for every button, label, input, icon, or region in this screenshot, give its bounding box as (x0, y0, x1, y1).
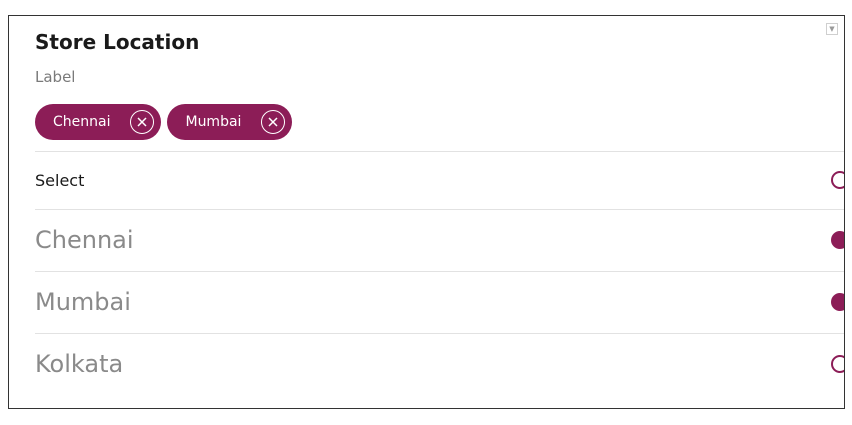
chip-label: Chennai (53, 114, 111, 130)
chip-mumbai: Mumbai (167, 104, 293, 140)
scroll-down-arrow-icon[interactable]: ▼ (826, 23, 838, 35)
selected-chips: Chennai Mumbai (35, 104, 293, 140)
option-label: Kolkata (35, 350, 124, 378)
close-circle-icon[interactable] (261, 110, 286, 134)
option-label: Mumbai (35, 288, 131, 316)
option-radio[interactable] (831, 231, 844, 249)
option-chennai[interactable]: Chennai (35, 209, 844, 271)
chip-chennai: Chennai (35, 104, 162, 140)
option-mumbai[interactable]: Mumbai (35, 271, 844, 333)
option-label: Chennai (35, 226, 134, 254)
field-label: Label (35, 68, 76, 86)
chip-label: Mumbai (185, 114, 242, 130)
option-radio[interactable] (831, 355, 844, 373)
options-list: Select Chennai Mumbai Kolkata (35, 151, 844, 395)
select-all-radio[interactable] (831, 171, 844, 189)
select-all-label: Select (35, 171, 85, 190)
close-circle-icon[interactable] (130, 110, 155, 134)
panel-title: Store Location (35, 30, 200, 54)
select-all-row[interactable]: Select (35, 151, 844, 209)
option-radio[interactable] (831, 293, 844, 311)
option-kolkata[interactable]: Kolkata (35, 333, 844, 395)
store-location-panel: ▼ Store Location Label Chennai Mumbai Se… (8, 15, 845, 409)
